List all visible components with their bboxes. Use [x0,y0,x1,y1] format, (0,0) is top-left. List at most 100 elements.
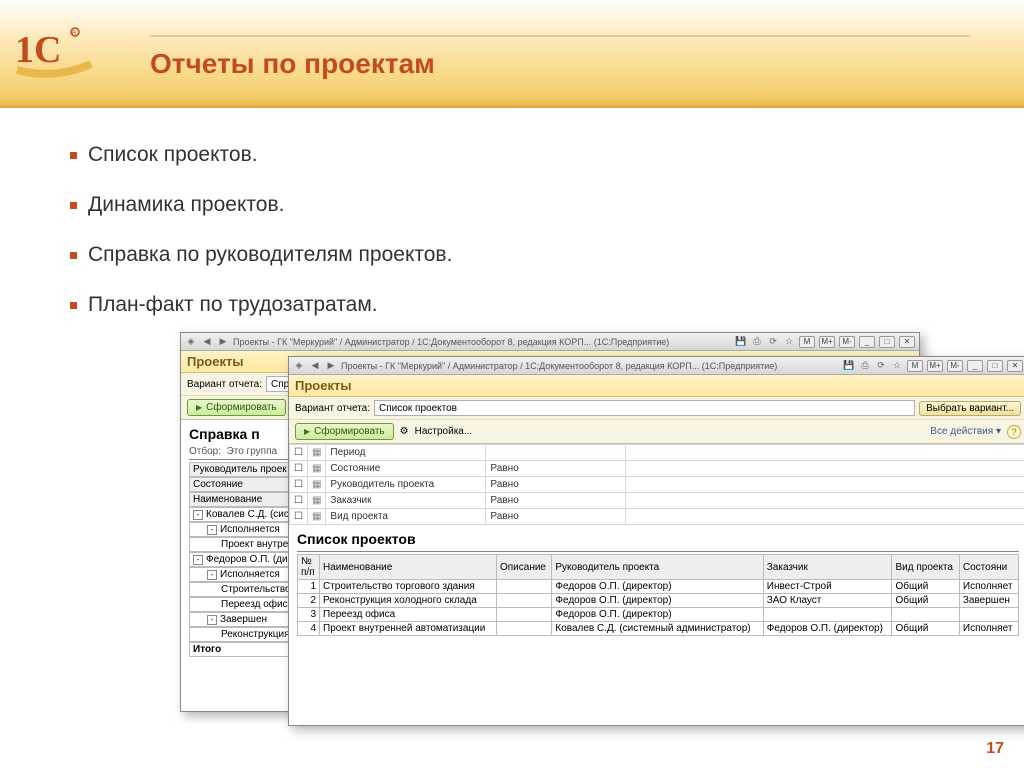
settings-icon[interactable]: ⚙ [400,426,409,437]
filter-type-icon: ▦ [307,493,325,509]
cell-type: Общий [892,580,959,594]
title-divider [150,35,970,37]
calc-m-button[interactable]: M [907,360,923,372]
column-header[interactable]: Руководитель проекта [552,555,763,580]
filter-condition[interactable]: Равно [486,477,626,493]
report-body: Список проектов № п/пНаименованиеОписани… [289,525,1024,642]
tree-label: Исполняется [220,569,280,580]
column-header[interactable]: № п/п [298,555,320,580]
window-min-button[interactable]: _ [967,360,983,372]
filter-type-icon: ▦ [307,509,325,525]
window-titlebar[interactable]: ◈ ◀ ▶ Проекты - ГК "Меркурий" / Админист… [289,357,1024,375]
filter-checkbox[interactable]: ☐ [290,477,308,493]
cell-desc [496,622,551,636]
bullet-list: Список проектов. Динамика проектов. Спра… [70,143,1024,317]
table-row[interactable]: 4Проект внутренней автоматизацииКовалев … [298,622,1019,636]
window-max-button[interactable]: □ [879,336,895,348]
nav-back-icon[interactable]: ◀ [201,336,213,348]
filter-row[interactable]: ☐▦ЗаказчикРавно [290,493,1024,509]
filter-value[interactable] [626,477,1024,493]
window-close-button[interactable]: ✕ [899,336,915,348]
tree-toggle-icon[interactable]: - [193,510,203,520]
select-variant-button[interactable]: Выбрать вариант... [919,401,1021,416]
window-max-button[interactable]: □ [987,360,1003,372]
filter-condition[interactable] [486,445,626,461]
window-close-button[interactable]: ✕ [1007,360,1023,372]
generate-button[interactable]: Сформировать [187,399,286,416]
filter-checkbox[interactable]: ☐ [290,461,308,477]
filter-condition[interactable]: Равно [486,493,626,509]
star-icon[interactable]: ☆ [783,336,795,348]
column-header[interactable]: Наименование [320,555,497,580]
filter-value[interactable] [626,445,1024,461]
filter-name: Руководитель проекта [326,477,486,493]
column-header[interactable]: Заказчик [763,555,892,580]
filter-value[interactable] [626,461,1024,477]
tree-toggle-icon[interactable]: - [193,555,203,565]
calc-mplus-button[interactable]: M+ [927,360,943,372]
filter-row[interactable]: ☐▦СостояниеРавно [290,461,1024,477]
calc-mminus-button[interactable]: M- [839,336,855,348]
table-row[interactable]: 3Переезд офисаФедоров О.П. (директор) [298,608,1019,622]
tree-toggle-icon[interactable]: - [207,525,217,535]
all-actions-link[interactable]: Все действия ▾ [930,426,1001,437]
calc-mplus-button[interactable]: M+ [819,336,835,348]
settings-button[interactable]: Настройка... [415,426,473,437]
column-header[interactable]: Состояни [959,555,1018,580]
cell-num: 1 [298,580,320,594]
tree-toggle-icon[interactable]: - [207,615,217,625]
bullet-item: План-факт по трудозатратам. [70,293,1024,317]
refresh-icon[interactable]: ⟳ [767,336,779,348]
calc-m-button[interactable]: M [799,336,815,348]
window-report-front: ◈ ◀ ▶ Проекты - ГК "Меркурий" / Админист… [288,356,1024,726]
generate-button[interactable]: Сформировать [295,423,394,440]
print-icon[interactable]: ⎙ [859,360,871,372]
variant-field[interactable]: Список проектов [374,400,915,416]
report-title: Список проектов [297,531,1019,547]
filter-condition[interactable]: Равно [486,509,626,525]
window-min-button[interactable]: _ [859,336,875,348]
nav-fwd-icon[interactable]: ▶ [217,336,229,348]
calc-mminus-button[interactable]: M- [947,360,963,372]
cell-lead: Федоров О.П. (директор) [552,594,763,608]
logo-1c: 1CR [15,22,95,82]
section-header: Наименование [193,494,262,505]
cell-customer: ЗАО Клауст [763,594,892,608]
cell-name: Строительство торгового здания [320,580,497,594]
column-header[interactable]: Описание [496,555,551,580]
section-header: Руководитель проек [193,464,287,475]
star-icon[interactable]: ☆ [891,360,903,372]
filter-checkbox[interactable]: ☐ [290,445,308,461]
save-icon[interactable]: 💾 [843,360,855,372]
filter-row[interactable]: ☐▦Руководитель проектаРавно [290,477,1024,493]
cell-num: 2 [298,594,320,608]
cell-state: Исполняет [959,622,1018,636]
table-row[interactable]: 2Реконструкция холодного склада Федоров О… [298,594,1019,608]
filter-row[interactable]: ☐▦Вид проектаРавно [290,509,1024,525]
save-icon[interactable]: 💾 [735,336,747,348]
window-title-text: Проекты - ГК "Меркурий" / Администратор … [233,337,669,347]
filter-value[interactable] [626,509,1024,525]
filter-value[interactable] [626,493,1024,509]
refresh-icon[interactable]: ⟳ [875,360,887,372]
nav-back-icon[interactable]: ◀ [309,360,321,372]
window-titlebar[interactable]: ◈ ◀ ▶ Проекты - ГК "Меркурий" / Админист… [181,333,919,351]
window-header: Проекты [289,375,1024,397]
filter-checkbox[interactable]: ☐ [290,509,308,525]
variant-label: Вариант отчета: [187,379,262,390]
column-header[interactable]: Вид проекта [892,555,959,580]
table-row[interactable]: 1Строительство торгового зданияФедоров О… [298,580,1019,594]
filter-checkbox[interactable]: ☐ [290,493,308,509]
help-icon[interactable]: ? [1007,425,1021,439]
cell-lead: Ковалев С.Д. (системный администратор) [552,622,763,636]
filter-value: Это группа [227,446,277,457]
cell-name: Проект внутренней автоматизации [320,622,497,636]
tree-toggle-icon[interactable]: - [207,570,217,580]
print-icon[interactable]: ⎙ [751,336,763,348]
cell-customer: Федоров О.П. (директор) [763,622,892,636]
cell-state [959,608,1018,622]
filter-row[interactable]: ☐▦Период [290,445,1024,461]
cell-name: Реконструкция холодного склада [320,594,497,608]
nav-fwd-icon[interactable]: ▶ [325,360,337,372]
filter-condition[interactable]: Равно [486,461,626,477]
